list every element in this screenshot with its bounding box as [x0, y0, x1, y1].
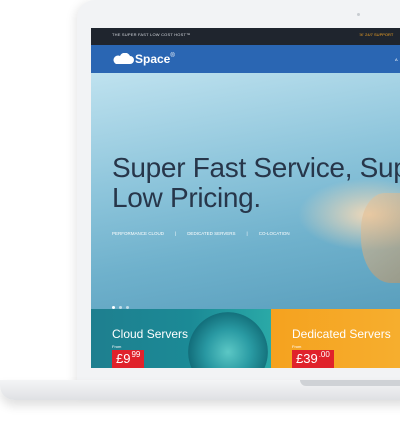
- hero-links: PERFORMANCE CLOUD | DEDICATED SERVERS | …: [112, 231, 290, 236]
- price-badge: £39.00: [292, 350, 334, 368]
- card-pattern-image: [188, 312, 268, 368]
- hero-title-line2: Low Pricing.: [112, 182, 261, 213]
- price-cents: .00: [318, 350, 330, 359]
- webcam: [357, 13, 360, 16]
- link-dedicated-servers[interactable]: DEDICATED SERVERS: [187, 231, 235, 236]
- link-performance-cloud[interactable]: PERFORMANCE CLOUD: [112, 231, 164, 236]
- tagline: THE SUPER FAST LOW COST HOST™: [112, 32, 191, 37]
- link-separator: |: [175, 231, 177, 236]
- link-co-location[interactable]: CO-LOCATION: [259, 231, 290, 236]
- support-link[interactable]: ☏ 24/7 SUPPORT: [359, 32, 393, 37]
- logo-text: Space: [135, 52, 171, 66]
- cloud-servers-card[interactable]: Cloud Servers From £9 99: [91, 309, 271, 368]
- website-screen: THE SUPER FAST LOW COST HOST™ ☏ 24/7 SUP…: [91, 28, 400, 368]
- price-main: £39: [296, 351, 318, 366]
- nav-item[interactable]: A: [395, 57, 398, 62]
- price-badge: £9 99: [112, 350, 145, 368]
- card-title: Dedicated Servers: [292, 327, 391, 341]
- top-bar: THE SUPER FAST LOW COST HOST™ ☏ 24/7 SUP…: [91, 28, 400, 45]
- site-logo[interactable]: Space ®: [111, 52, 175, 66]
- hero-image-rock: [361, 193, 400, 283]
- link-separator: |: [246, 231, 248, 236]
- laptop-notch: [300, 380, 400, 386]
- registered-mark: ®: [170, 53, 175, 59]
- price-cents: 99: [131, 350, 141, 359]
- price-main: £9: [116, 351, 131, 366]
- card-from-label: From: [112, 344, 122, 349]
- card-from-label: From: [292, 344, 302, 349]
- hero-banner: Super Fast Service, Supe Low Pricing. PE…: [91, 73, 400, 309]
- card-title: Cloud Servers: [112, 327, 189, 341]
- dedicated-servers-card[interactable]: Dedicated Servers From £39.00: [271, 309, 400, 368]
- site-header: Space ® A: [91, 45, 400, 73]
- cloud-icon: [113, 53, 134, 64]
- hero-title-line1: Super Fast Service, Supe: [112, 152, 400, 183]
